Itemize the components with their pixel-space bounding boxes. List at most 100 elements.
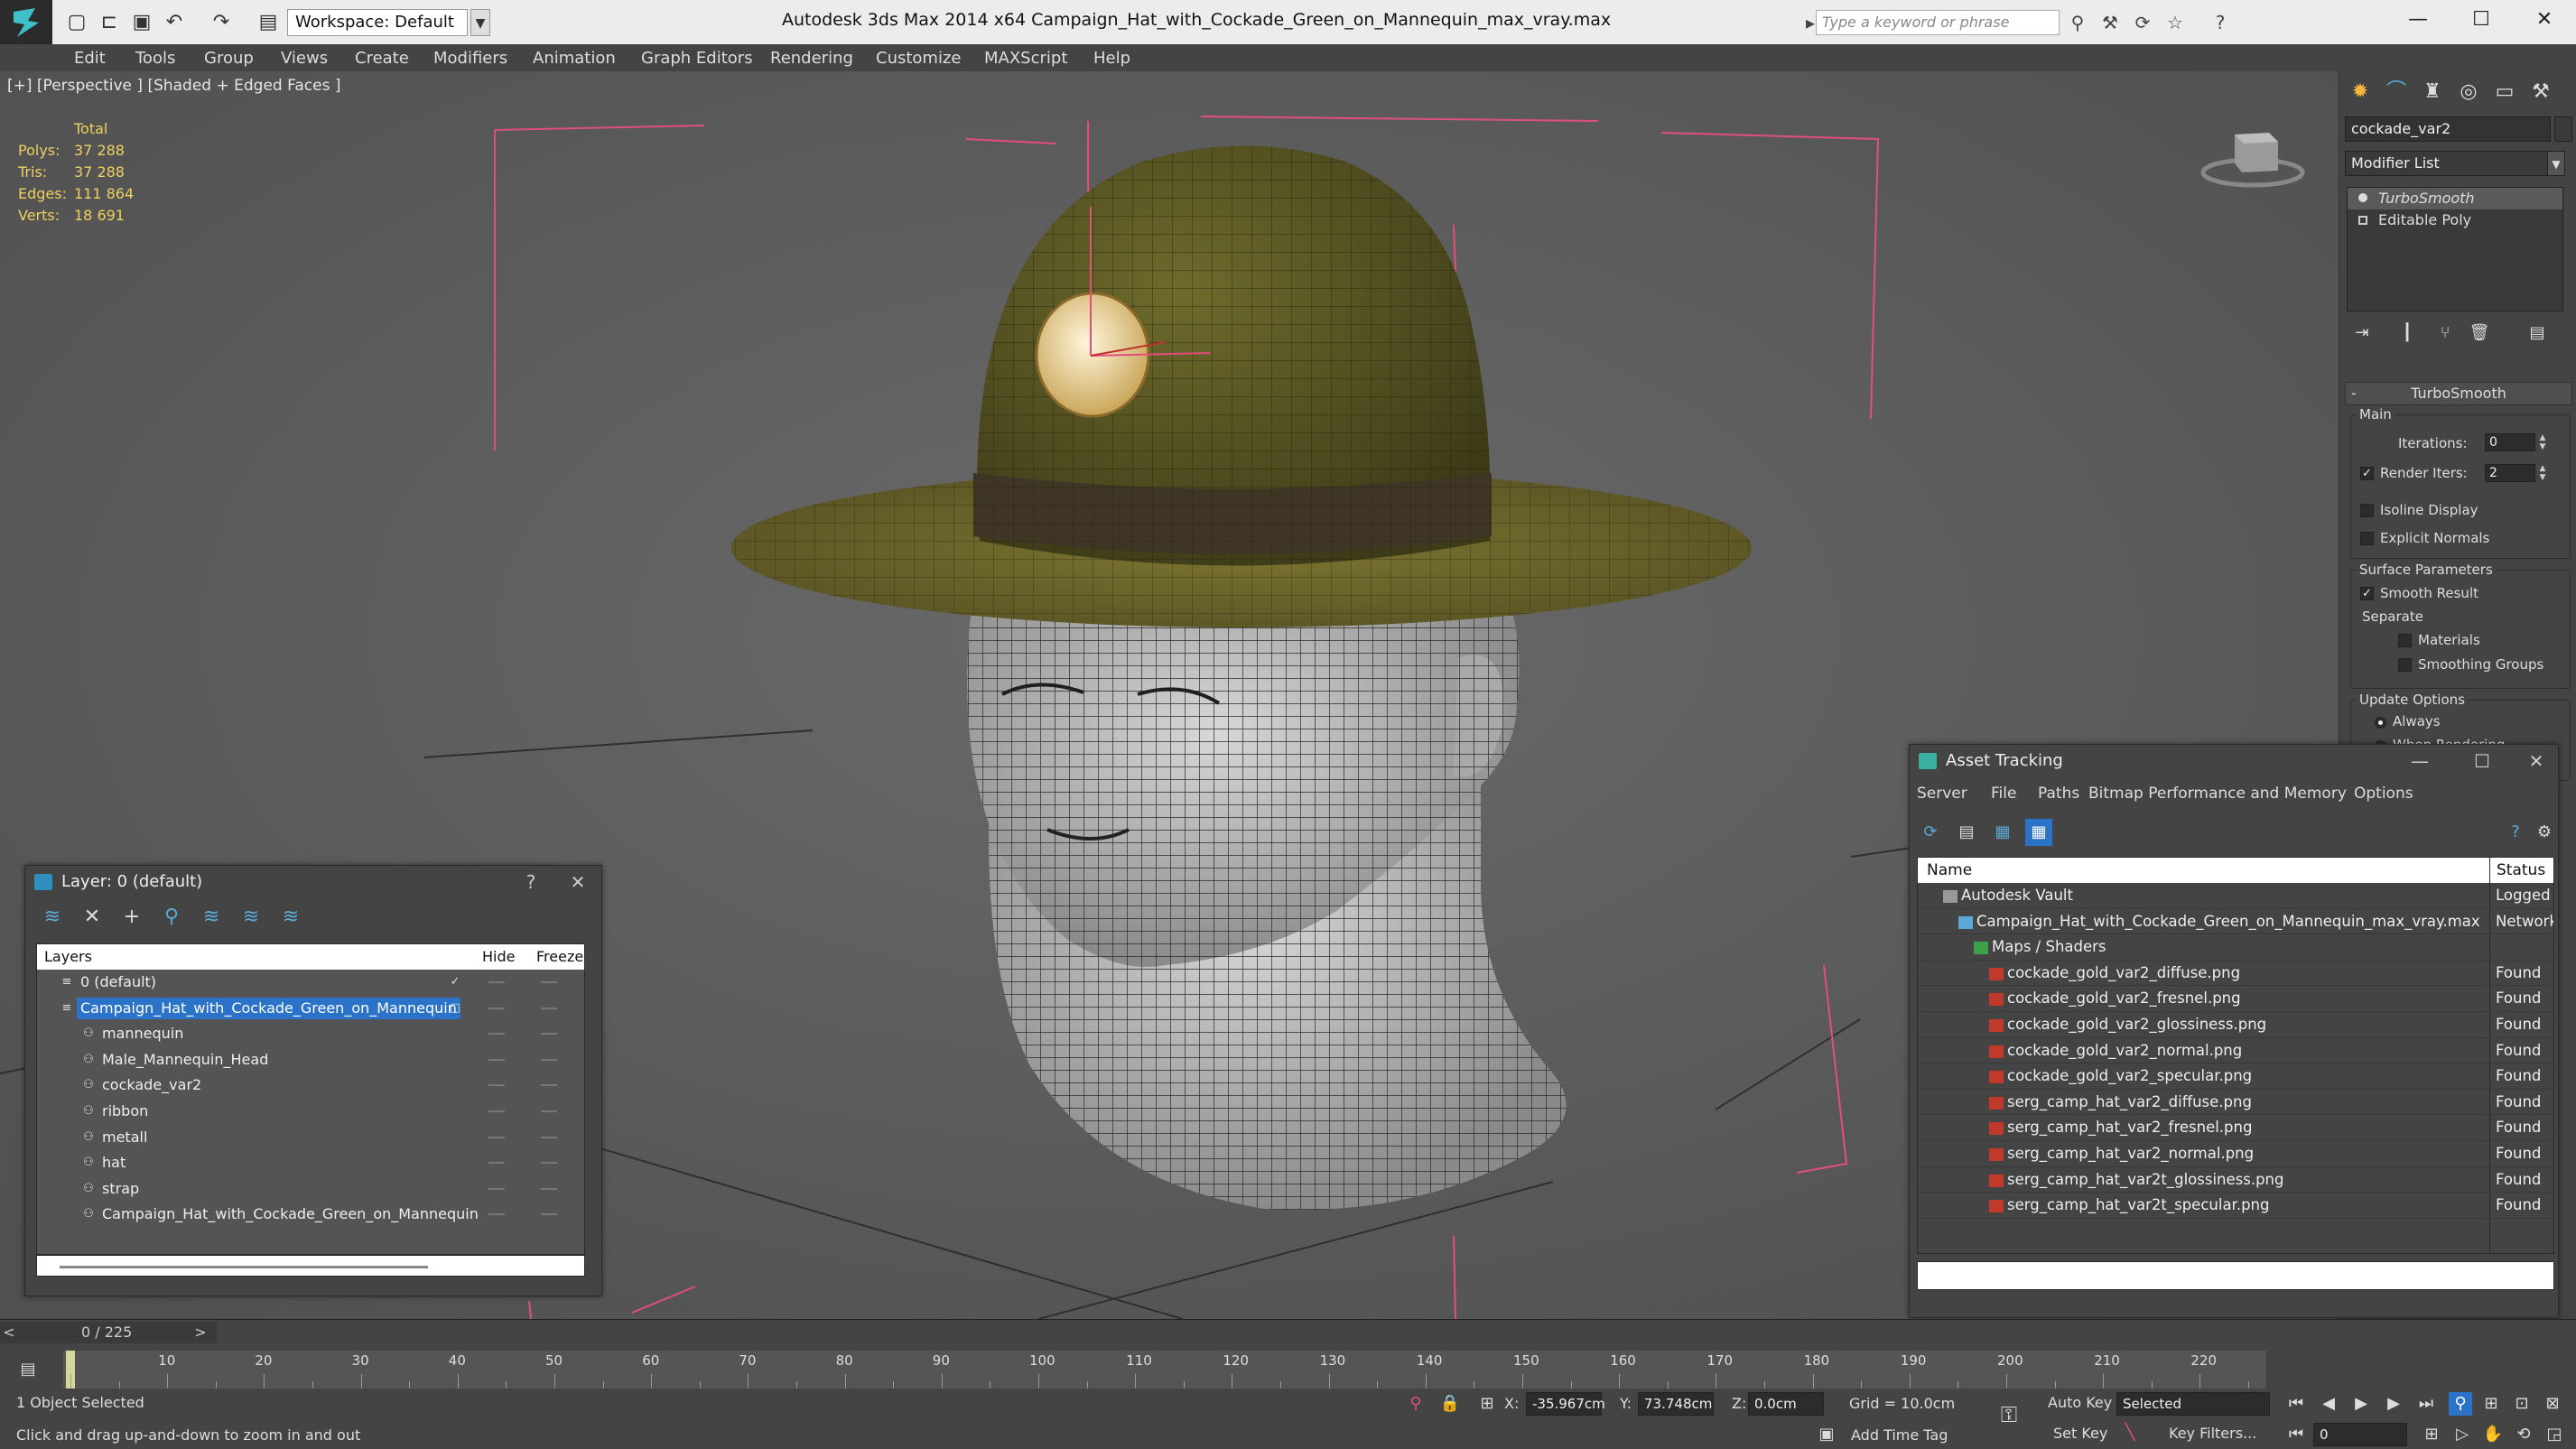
asset-row[interactable]: serg_camp_hat_var2t_glossiness.png Found	[1918, 1167, 2553, 1194]
freeze-toggle[interactable]	[541, 981, 557, 983]
asset-row[interactable]: Autodesk Vault Logged	[1918, 883, 2553, 909]
workspace-arrow-icon[interactable]: ▼	[470, 9, 490, 36]
list-view-icon[interactable]: ▤	[1953, 819, 1980, 846]
asset-row[interactable]: Maps / Shaders	[1918, 934, 2553, 961]
menu-group[interactable]: Group	[204, 49, 254, 68]
menu-create[interactable]: Create	[355, 49, 409, 68]
zoom-viewport-icon[interactable]: ⚲	[2449, 1392, 2472, 1416]
freeze-toggle[interactable]	[541, 1110, 557, 1112]
settings-icon[interactable]: ⚙	[2531, 819, 2558, 846]
asset-row[interactable]: cockade_gold_var2_fresnel.png Found	[1918, 986, 2553, 1012]
time-slider-next-icon[interactable]: >	[191, 1322, 209, 1343]
freeze-toggle[interactable]	[541, 1058, 557, 1061]
asset-row[interactable]: serg_camp_hat_var2t_specular.png Found	[1918, 1193, 2553, 1219]
table-view-icon[interactable]: ▦	[2025, 819, 2052, 846]
show-end-result-icon[interactable]: ┃	[2394, 320, 2421, 346]
col-freeze[interactable]: Freeze	[536, 944, 583, 970]
search-input[interactable]: Type a keyword or phrase	[1816, 10, 2060, 35]
menu-help[interactable]: Help	[1093, 49, 1130, 68]
menu-animation[interactable]: Animation	[533, 49, 616, 68]
key-icon[interactable]: ⚿	[1997, 1403, 2021, 1426]
freeze-toggle[interactable]	[541, 1162, 557, 1165]
field-of-view-icon[interactable]: ▷	[2450, 1423, 2474, 1446]
layer-row[interactable]: ⚇ ribbon	[37, 1099, 584, 1125]
close-icon[interactable]: ✕	[2518, 745, 2554, 777]
help-icon[interactable]: ?	[2502, 819, 2529, 846]
select-layer-icon[interactable]: ≋	[197, 904, 226, 931]
asset-row[interactable]: serg_camp_hat_var2_fresnel.png Found	[1918, 1115, 2553, 1141]
asset-menu-bitmap-performance[interactable]: Bitmap Performance and Memory	[2088, 785, 2347, 803]
layer-row[interactable]: ⚇ metall	[37, 1125, 584, 1151]
previous-frame-icon[interactable]: ◀	[2317, 1392, 2340, 1416]
undo-icon[interactable]: ↶	[163, 11, 186, 34]
set-key-button[interactable]: Set Key	[2053, 1425, 2107, 1442]
set-current-layer-icon[interactable]: ≋	[237, 904, 265, 931]
tree-view-icon[interactable]: ▦	[1989, 819, 2016, 846]
add-time-tag[interactable]: Add Time Tag	[1851, 1426, 1948, 1444]
make-unique-icon[interactable]: ⑂	[2432, 320, 2459, 346]
iterations-spinner[interactable]: 0	[2485, 433, 2535, 451]
delete-layer-icon[interactable]: ✕	[78, 904, 107, 931]
help-icon[interactable]: ?	[2209, 11, 2232, 34]
save-file-icon[interactable]: ▣	[130, 11, 153, 34]
smooth-result-checkbox[interactable]: ✓	[2360, 587, 2374, 600]
x-coordinate-field[interactable]: -35.967cm	[1526, 1392, 1605, 1416]
stack-item-turbosmooth[interactable]: TurboSmooth	[2348, 188, 2562, 209]
layer-row[interactable]: ≡ Campaign_Hat_with_Cockade_Green_on_Mann…	[37, 996, 584, 1022]
absolute-mode-icon[interactable]: ⊞	[1475, 1392, 1499, 1416]
separate-materials-checkbox[interactable]	[2398, 634, 2412, 647]
auto-key-button[interactable]: Auto Key	[2048, 1394, 2112, 1411]
asset-window-titlebar[interactable]: Asset Tracking	[1910, 745, 2558, 777]
hide-toggle[interactable]	[488, 1084, 505, 1087]
refresh-icon[interactable]: ⟳	[1917, 819, 1944, 846]
hide-toggle[interactable]	[488, 1136, 505, 1138]
asset-row[interactable]: cockade_gold_var2_diffuse.png Found	[1918, 961, 2553, 987]
favorites-star-icon[interactable]: ☆	[2163, 11, 2187, 34]
add-to-layer-icon[interactable]: +	[117, 904, 146, 931]
modifier-list-dropdown[interactable]: Modifier List	[2345, 151, 2563, 176]
hide-toggle[interactable]	[488, 1033, 505, 1036]
isoline-display-checkbox[interactable]	[2360, 504, 2374, 517]
asset-row[interactable]: cockade_gold_var2_specular.png Found	[1918, 1064, 2553, 1090]
time-tag-icon[interactable]: ▣	[1815, 1423, 1838, 1446]
close-icon[interactable]: ✕	[2513, 0, 2576, 40]
separate-smoothing-groups-checkbox[interactable]	[2398, 658, 2412, 672]
bulb-icon[interactable]	[2358, 193, 2367, 202]
minimize-icon[interactable]: —	[2402, 745, 2438, 777]
asset-menu-paths[interactable]: Paths	[2038, 785, 2079, 803]
turbosmooth-rollout-header[interactable]: - TurboSmooth	[2345, 382, 2572, 405]
time-configuration-icon[interactable]: ⊞	[2420, 1423, 2443, 1446]
menu-rendering[interactable]: Rendering	[770, 49, 853, 68]
update-always-radio[interactable]	[2375, 717, 2386, 729]
current-frame-field[interactable]: 0	[2313, 1423, 2407, 1446]
open-file-icon[interactable]: ⊏	[98, 11, 121, 34]
col-status[interactable]: Status	[2497, 858, 2545, 883]
create-tab-icon[interactable]: ✹	[2345, 77, 2376, 107]
app-logo-icon[interactable]	[0, 0, 52, 44]
close-icon[interactable]: ✕	[560, 866, 596, 898]
time-slider-prev-icon[interactable]: <	[0, 1322, 18, 1343]
hide-toggle[interactable]	[488, 1187, 505, 1190]
new-file-icon[interactable]: ▢	[65, 11, 88, 34]
col-hide[interactable]: Hide	[482, 944, 515, 970]
zoom-extents-all-icon[interactable]: ⊠	[2541, 1392, 2564, 1416]
asset-row[interactable]: cockade_gold_var2_glossiness.png Found	[1918, 1012, 2553, 1038]
remove-modifier-icon[interactable]: 🗑	[2466, 320, 2493, 346]
hide-toggle[interactable]	[488, 1110, 505, 1112]
zoom-extents-icon[interactable]: ⊡	[2510, 1392, 2534, 1416]
pan-view-icon[interactable]: ✋	[2481, 1423, 2505, 1446]
menu-modifiers[interactable]: Modifiers	[433, 49, 507, 68]
freeze-toggle[interactable]	[541, 1136, 557, 1138]
orbit-icon[interactable]: ⟲	[2512, 1423, 2535, 1446]
hide-toggle[interactable]	[488, 1162, 505, 1165]
y-coordinate-field[interactable]: 73.748cm	[1638, 1392, 1714, 1416]
modify-tab-icon[interactable]: ⌒	[2381, 77, 2412, 107]
key-filters-button[interactable]: Key Filters...	[2169, 1425, 2256, 1442]
asset-row[interactable]: cockade_gold_var2_normal.png Found	[1918, 1038, 2553, 1064]
layer-row[interactable]: ⚇ Male_Mannequin_Head	[37, 1047, 584, 1073]
layer-row[interactable]: ≡ 0 (default) ✓	[37, 970, 584, 996]
key-mode-dropdown[interactable]: Selected	[2116, 1392, 2270, 1416]
current-layer-check-icon[interactable]: ✓	[449, 976, 461, 989]
hide-toggle[interactable]	[488, 1213, 505, 1216]
hierarchy-tab-icon[interactable]: ♜	[2417, 77, 2448, 107]
